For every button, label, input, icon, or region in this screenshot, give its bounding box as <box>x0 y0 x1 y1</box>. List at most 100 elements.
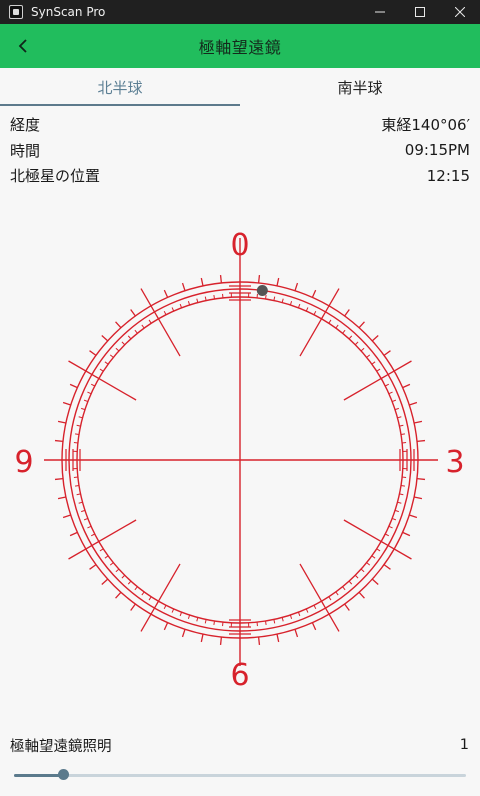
maximize-button[interactable] <box>400 0 440 24</box>
fine-tick <box>305 307 309 312</box>
fine-tick <box>394 509 399 513</box>
minute-tick <box>257 636 261 646</box>
minute-tick <box>402 383 411 389</box>
fine-tick <box>388 525 393 529</box>
minute-tick <box>62 514 71 519</box>
polaris-position-value: 12:15 <box>426 166 470 185</box>
fine-tick <box>385 383 390 387</box>
fine-tick <box>74 485 80 487</box>
reticle-graphics <box>44 238 438 666</box>
fine-tick <box>163 605 167 610</box>
fine-tick <box>371 555 376 559</box>
fine-tick <box>376 368 381 372</box>
minute-tick <box>311 622 317 631</box>
fine-tick <box>297 303 301 309</box>
fine-tick <box>134 329 138 334</box>
tab-northern-hemisphere[interactable]: 北半球 <box>0 68 240 106</box>
fine-tick <box>366 354 371 358</box>
fine-tick <box>104 555 109 559</box>
minute-tick <box>54 477 64 481</box>
fine-tick <box>335 324 339 329</box>
fine-tick <box>399 424 404 427</box>
minute-tick <box>69 531 78 537</box>
fine-tick <box>385 533 390 537</box>
fine-tick <box>281 298 284 303</box>
fine-tick <box>305 608 309 613</box>
app-header: 極軸望遠鏡 <box>0 24 480 68</box>
minute-tick <box>163 289 169 298</box>
hour-tick <box>299 563 340 632</box>
minute-tick <box>54 439 64 443</box>
fine-tick <box>313 310 317 315</box>
longitude-label: 経度 <box>10 116 41 135</box>
minute-tick <box>416 439 426 443</box>
title-bar: SynScan Pro <box>0 0 480 24</box>
minute-tick <box>276 633 280 643</box>
hemisphere-tabs: 北半球 南半球 <box>0 68 480 106</box>
minute-tick <box>200 277 204 287</box>
fine-tick <box>328 596 332 601</box>
tab-southern-hemisphere[interactable]: 南半球 <box>240 68 480 106</box>
minute-tick <box>402 531 411 537</box>
fine-tick <box>141 591 145 596</box>
fine-tick <box>104 361 109 365</box>
minute-tick <box>294 629 299 638</box>
app-window: SynScan Pro 極軸望遠鏡 北半球 南半球 経度 東経140°06′ 時… <box>0 0 480 796</box>
fine-tick <box>109 354 114 358</box>
polaris-position-label: 北極星の位置 <box>10 167 101 186</box>
minute-tick <box>57 420 67 424</box>
minute-tick <box>89 350 97 356</box>
fine-tick <box>196 617 199 622</box>
minute-tick <box>115 591 122 599</box>
fine-tick <box>99 548 104 552</box>
minute-tick <box>358 591 365 599</box>
fine-tick <box>127 580 132 585</box>
reticle-label-0: 0 <box>230 228 249 263</box>
back-button[interactable] <box>8 30 40 62</box>
fine-tick <box>148 319 152 324</box>
window-controls <box>360 0 480 24</box>
hour-tick <box>68 360 137 401</box>
minute-tick <box>69 383 78 389</box>
app-icon <box>9 5 23 19</box>
fine-tick <box>115 568 120 573</box>
slider-fill <box>14 773 64 777</box>
minute-tick <box>409 401 418 406</box>
fine-tick <box>83 399 89 403</box>
minute-tick <box>163 622 169 631</box>
slider-thumb[interactable] <box>58 769 70 780</box>
fine-tick <box>99 368 104 372</box>
time-label: 時間 <box>10 141 41 160</box>
hour-tick <box>140 563 181 632</box>
fine-tick <box>366 562 371 566</box>
fine-tick <box>121 574 126 579</box>
minute-tick <box>344 309 350 317</box>
illumination-slider[interactable] <box>14 768 466 782</box>
fine-tick <box>204 296 207 301</box>
minute-tick <box>200 633 204 643</box>
close-button[interactable] <box>440 0 480 24</box>
minute-tick <box>383 350 391 356</box>
fine-tick <box>76 424 81 427</box>
fine-tick <box>388 391 393 395</box>
minimize-button[interactable] <box>360 0 400 24</box>
minute-tick <box>409 514 418 519</box>
fine-tick <box>297 611 301 617</box>
fine-tick <box>281 617 284 622</box>
fine-tick <box>313 605 317 610</box>
fine-tick <box>376 548 381 552</box>
fine-tick <box>109 562 114 566</box>
minute-tick <box>130 309 136 317</box>
fine-tick <box>289 301 293 306</box>
fine-tick <box>400 485 406 487</box>
fine-tick <box>394 407 399 411</box>
fine-tick <box>273 296 276 301</box>
fine-tick <box>134 586 138 591</box>
polaris-marker <box>256 284 268 296</box>
fine-tick <box>342 329 346 334</box>
fine-tick <box>187 301 191 306</box>
slider-track[interactable] <box>14 773 466 777</box>
fine-tick <box>360 568 365 573</box>
fine-tick <box>335 591 339 596</box>
reticle-label-6: 6 <box>230 658 249 693</box>
